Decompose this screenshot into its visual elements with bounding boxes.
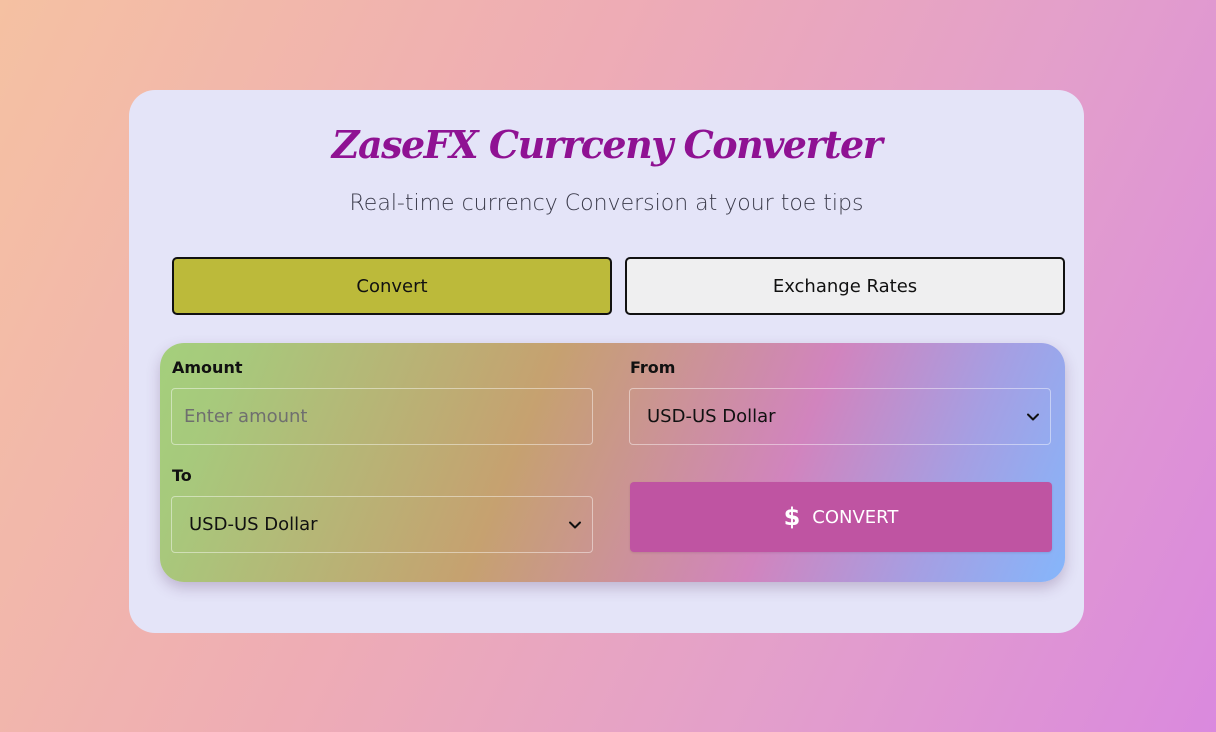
app-subtitle: Real-time currency Conversion at your to… [349, 191, 864, 216]
to-currency-select[interactable]: USD-US Dollar [171, 496, 593, 553]
tab-exchange-rates-label: Exchange Rates [772, 275, 918, 297]
conversion-form-panel: Amount From USD-US Dollar To USD-US Doll… [160, 343, 1065, 582]
converter-card: ZaseFX Currceny Converter Real-time curr… [129, 90, 1084, 633]
amount-label: Amount [172, 358, 243, 377]
tab-exchange-rates[interactable]: Exchange Rates [625, 257, 1065, 315]
from-label: From [630, 358, 676, 377]
convert-button[interactable]: $ CONVERT [630, 482, 1052, 552]
tab-convert-label: Convert [356, 275, 428, 297]
app-title: ZaseFX Currceny Converter [331, 122, 883, 167]
chevron-down-icon [569, 521, 581, 528]
amount-input[interactable] [171, 388, 593, 445]
from-currency-value: USD-US Dollar [647, 406, 776, 427]
convert-button-label: CONVERT [812, 506, 899, 528]
chevron-down-icon [1027, 413, 1039, 420]
to-currency-value: USD-US Dollar [189, 514, 318, 535]
dollar-icon: $ [783, 503, 801, 531]
tab-convert[interactable]: Convert [172, 257, 612, 315]
to-label: To [172, 466, 192, 485]
from-currency-select[interactable]: USD-US Dollar [629, 388, 1051, 445]
